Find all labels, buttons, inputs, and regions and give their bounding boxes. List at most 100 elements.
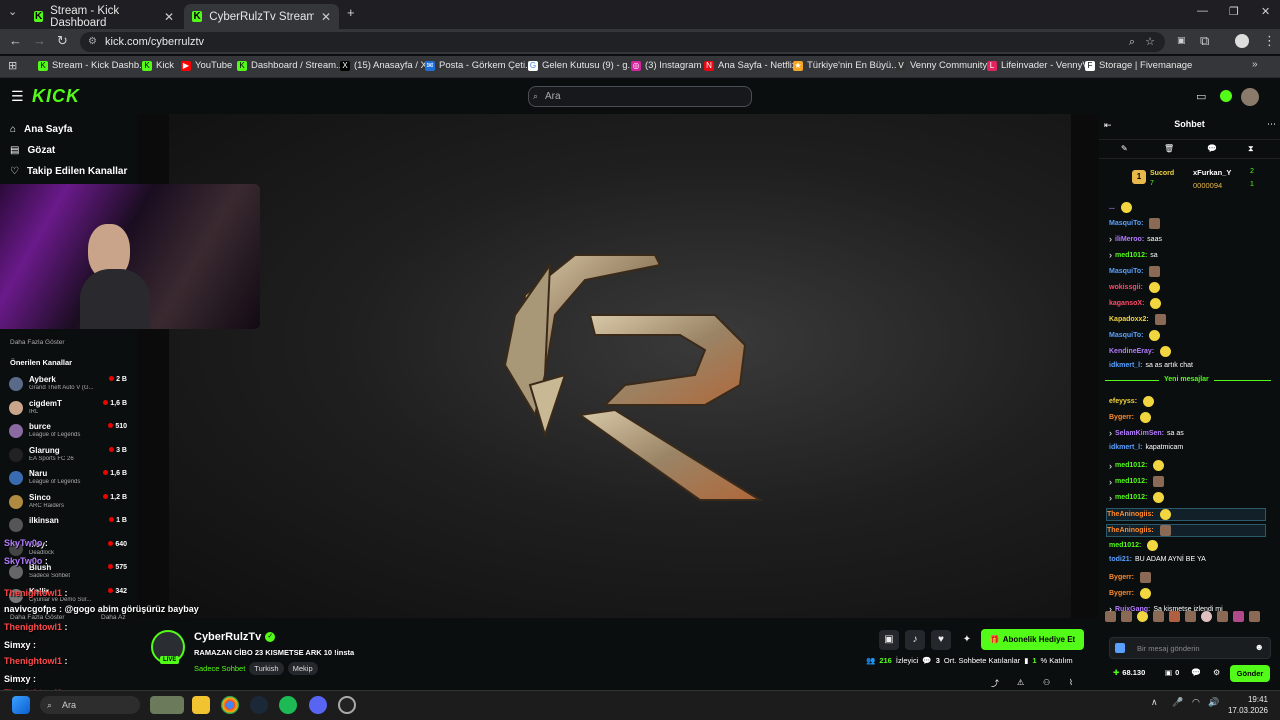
follow-heart-icon[interactable]: ♥ <box>931 630 951 650</box>
chat-message[interactable]: ... <box>1109 202 1132 213</box>
tab-cyberrulztv[interactable]: K CyberRulzTv Stream - Watch Li... ✕ <box>184 4 339 29</box>
chat-username[interactable]: ... <box>1109 204 1115 211</box>
discord-icon[interactable] <box>309 696 327 714</box>
chat-username[interactable]: TheAninogiis: <box>1107 527 1154 534</box>
emote-icon[interactable] <box>1233 611 1244 622</box>
channel-item[interactable]: Glarung EA Sports FC 26 3 B <box>9 445 135 467</box>
new-tab-icon[interactable]: + <box>347 5 355 20</box>
emoji-icon[interactable]: ☻ <box>1255 642 1264 652</box>
chat-message[interactable]: idkmert_l: sa as artık chat <box>1109 362 1193 369</box>
chat-username[interactable]: Bygerr: <box>1109 414 1134 421</box>
chat-username[interactable]: MasquiTo: <box>1109 332 1143 339</box>
message-icon[interactable]: 💬 <box>1207 144 1217 153</box>
chat-username[interactable]: todi21: <box>1109 556 1132 563</box>
gift-count[interactable]: ▣ 0 <box>1165 668 1179 677</box>
reload-icon[interactable]: ↻ <box>57 33 68 49</box>
wifi-icon[interactable]: ◠ <box>1192 697 1200 708</box>
channel-item[interactable]: ilkinsan 1 B <box>9 515 135 537</box>
taskbar-search[interactable]: ⌕ Ara <box>40 696 140 714</box>
channel-name[interactable]: CyberRulzTv <box>194 631 261 643</box>
close-tab-icon[interactable]: ✕ <box>164 10 174 24</box>
pin-icon[interactable]: ✎ <box>1121 144 1128 153</box>
bell-icon[interactable]: ♪ <box>905 630 925 650</box>
points-display[interactable]: ✚ 68.130 <box>1113 668 1145 677</box>
channel-item[interactable]: Ayberk Grand Theft Auto V (G... 2 B <box>9 374 135 396</box>
chat-message[interactable]: › iliMeroo: saas <box>1109 234 1162 244</box>
chat-message[interactable]: › RuixGang: Sa kismetse izlendi mi <box>1109 604 1223 614</box>
chat-username[interactable]: TheAninogiis: <box>1107 511 1154 518</box>
channel-item[interactable]: Naru League of Legends 1,6 B <box>9 468 135 490</box>
nav-browse[interactable]: ▤ Gözat <box>10 145 55 156</box>
bookmark-item[interactable]: V Venny Community <box>896 60 987 71</box>
chat-message[interactable]: med1012: <box>1109 540 1159 551</box>
apps-grid-icon[interactable]: ⊞ <box>8 59 17 72</box>
chat-username[interactable]: wokissgii: <box>1109 284 1143 291</box>
address-bar[interactable]: ⚙ kick.com/cyberrulztv ⌕ ☆ <box>80 32 1165 52</box>
chat-username[interactable]: iliMeroo: <box>1115 236 1144 243</box>
close-tab-icon[interactable]: ✕ <box>321 10 331 24</box>
chat-message[interactable]: › med1012: <box>1109 460 1165 471</box>
channel-item[interactable]: cigdemT IRL 1,6 B <box>9 398 135 420</box>
microphone-icon[interactable]: 🎤 <box>1172 697 1183 708</box>
chat-bubble-icon[interactable]: 💬 <box>1191 668 1201 677</box>
chat-message[interactable]: Bygerr: <box>1109 572 1151 583</box>
chat-message[interactable]: Bygerr: <box>1109 412 1151 423</box>
zoom-icon[interactable]: ⌕ <box>1129 32 1135 52</box>
close-window-icon[interactable]: ✕ <box>1261 5 1270 18</box>
trash-icon[interactable]: 🗑 <box>1164 144 1174 153</box>
chat-username[interactable]: med1012: <box>1115 478 1147 485</box>
chat-username[interactable]: efeyyss: <box>1109 398 1137 405</box>
nav-home[interactable]: ⌂ Ana Sayfa <box>10 124 72 135</box>
windows-start-icon[interactable] <box>12 696 30 714</box>
extension-icon[interactable]: ▣ <box>1177 35 1186 46</box>
emote-icon[interactable] <box>1249 611 1260 622</box>
chat-message[interactable]: MasquiTo: <box>1109 266 1161 277</box>
chat-message[interactable]: Kapadoxx2: <box>1109 314 1166 325</box>
bookmark-item[interactable]: X (15) Anasayfa / X <box>340 60 427 71</box>
hamburger-menu-icon[interactable]: ☰ <box>11 88 24 105</box>
show-more-link-2[interactable]: Daha Fazla Göster <box>10 614 65 621</box>
gift-sub-button[interactable]: 🎁 Abonelik Hediye Et <box>981 629 1084 650</box>
users-icon[interactable]: ⚇ <box>1043 678 1050 687</box>
bookmark-item[interactable]: ★ Türkiye'nin En Büyü... <box>793 60 899 71</box>
chat-input[interactable]: Bir mesaj gönderin ☻ <box>1109 637 1271 659</box>
send-button[interactable]: Gönder <box>1230 665 1270 682</box>
chat-message[interactable]: efeyyss: <box>1109 396 1155 407</box>
nav-following[interactable]: ♡ Takip Edilen Kanallar <box>10 166 127 177</box>
maximize-icon[interactable]: ❐ <box>1229 5 1239 18</box>
emote-icon[interactable]: ⌇ <box>1069 678 1073 687</box>
bookmark-item[interactable]: F Storage | Fivemanage <box>1085 60 1192 71</box>
back-icon[interactable]: ← <box>9 33 22 48</box>
chat-username[interactable]: RuixGang: <box>1115 606 1150 613</box>
chat-message[interactable]: kagansoX: <box>1109 298 1162 309</box>
bookmark-item[interactable]: ▶ YouTube <box>181 60 232 71</box>
more-icon[interactable]: ✦ <box>957 630 977 650</box>
bookmark-item[interactable]: ◎ (3) Instagram <box>631 60 702 71</box>
bookmark-item[interactable]: N Ana Sayfa - Netflix <box>704 60 797 71</box>
more-bookmarks-icon[interactable]: » <box>1252 59 1258 70</box>
kick-logo[interactable]: KICK <box>32 86 80 107</box>
wallet-icon[interactable]: ▭ <box>1196 90 1206 103</box>
chat-message[interactable]: TheAninogiis: <box>1106 524 1266 537</box>
chat-message[interactable]: Bygerr: <box>1109 588 1151 599</box>
share-icon[interactable]: ⤴ <box>991 678 999 689</box>
tab-kick-dashboard[interactable]: K Stream - Kick Dashboard ✕ <box>26 4 182 29</box>
site-info-icon[interactable]: ⚙ <box>88 32 97 52</box>
chat-username[interactable]: Bygerr: <box>1109 574 1134 581</box>
forward-icon[interactable]: → <box>33 33 46 48</box>
tag-chip[interactable]: Turkish <box>249 662 284 675</box>
clock[interactable]: 19:41 17.03.2026 <box>1218 694 1268 716</box>
chat-username[interactable]: SelamKimSen: <box>1115 430 1164 437</box>
chat-username[interactable]: kagansoX: <box>1109 300 1144 307</box>
chat-options-icon[interactable]: ⋯ <box>1267 119 1276 130</box>
kick-coin-icon[interactable] <box>1220 90 1232 102</box>
chat-username[interactable]: med1012: <box>1115 462 1147 469</box>
chat-username[interactable]: KendineEray: <box>1109 348 1154 355</box>
chat-username[interactable]: Bygerr: <box>1109 590 1134 597</box>
chat-username[interactable]: med1012: <box>1109 542 1141 549</box>
show-less-link[interactable]: Daha Az <box>101 614 126 621</box>
chat-message[interactable]: MasquiTo: <box>1109 330 1161 341</box>
app-icon[interactable] <box>338 696 356 714</box>
chat-username[interactable]: med1012: <box>1115 252 1147 259</box>
spotify-icon[interactable] <box>279 696 297 714</box>
